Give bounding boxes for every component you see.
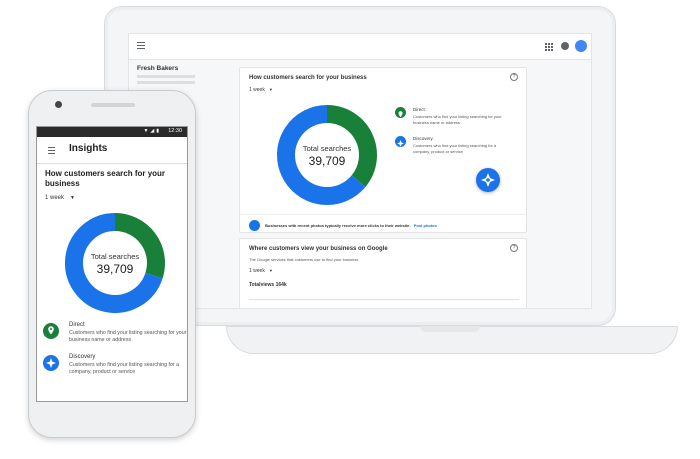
card-title: Where customers view your business on Go… (249, 246, 388, 252)
status-time: 12:30 (168, 128, 182, 134)
period-value: 1 week (45, 195, 65, 201)
total-label: Total searches (303, 144, 352, 153)
avatar[interactable] (575, 40, 587, 52)
tip-text: Businesses with recent photos typically … (265, 223, 437, 228)
menu-icon[interactable] (48, 147, 55, 156)
dropdown-arrow-icon: ▼ (70, 195, 75, 201)
laptop-screen: Fresh Bakers How customers search for yo… (128, 33, 592, 309)
tip-message: Businesses with recent photos typically … (265, 223, 411, 228)
photo-tip-bar: Businesses with recent photos typically … (240, 214, 526, 234)
page-title: Insights (69, 143, 108, 154)
section-heading: How customers search for your business (45, 169, 166, 188)
photo-tip-icon (249, 220, 260, 231)
total-label: Total searches (91, 252, 140, 261)
business-name: Fresh Bakers (137, 65, 179, 72)
total-views: Totalviews 164k (249, 282, 287, 288)
laptop-notch (420, 326, 480, 332)
legend-title: Discovery (69, 354, 96, 360)
period-value: 1 week (249, 268, 265, 274)
status-bar: ▼◢▮ 12:30 (37, 127, 187, 137)
donut-chart: Total searches 39,709 (277, 105, 377, 205)
phone-frame: ▼◢▮ 12:30 Insights How customers search … (28, 90, 196, 438)
camera-icon (55, 101, 62, 108)
dropdown-arrow-icon: ▼ (268, 268, 273, 273)
donut-chart: Total searches 39,709 (65, 213, 165, 313)
card-subtitle: The Google services that customers use t… (249, 257, 359, 262)
map-pin-icon (395, 107, 406, 118)
speaker-grille (91, 103, 135, 107)
period-select[interactable]: 1 week ▼ (45, 195, 75, 201)
placeholder-line (137, 81, 195, 84)
notifications-icon[interactable] (561, 42, 569, 50)
legend-title: Direct (413, 107, 425, 112)
views-card: Where customers view your business on Go… (239, 238, 527, 308)
compass-icon (395, 136, 406, 147)
phone-screen: ▼◢▮ 12:30 Insights How customers search … (36, 126, 188, 402)
compass-icon (43, 355, 59, 371)
card-title: How customers search for your business (249, 75, 367, 81)
legend-desc: Customers who find your listing searchin… (69, 330, 187, 343)
total-value: 39,709 (309, 154, 346, 168)
search-card: How customers search for your business ?… (239, 67, 527, 233)
legend-desc: Customers who find your listing searchin… (69, 362, 180, 375)
dropdown-arrow-icon: ▼ (268, 87, 273, 92)
menu-icon[interactable] (137, 42, 145, 50)
legend-desc: Customers who find your listing searchin… (413, 143, 497, 154)
legend-title: Discovery (413, 136, 433, 141)
placeholder-line (137, 75, 195, 78)
total-value: 39,709 (97, 262, 134, 276)
legend-desc: Customers who find your listing searchin… (413, 114, 502, 125)
legend-title: Direct (69, 322, 85, 328)
app-bar (129, 34, 591, 60)
divider (249, 299, 519, 300)
period-value: 1 week (249, 87, 265, 93)
apps-grid-icon[interactable] (545, 43, 553, 51)
phone-toolbar: Insights (37, 137, 187, 164)
help-icon[interactable]: ? (510, 244, 518, 252)
help-icon[interactable]: ? (510, 73, 518, 81)
status-icons: ▼◢▮ (143, 128, 161, 134)
map-pin-icon (43, 323, 59, 339)
compass-fab-button[interactable] (476, 168, 500, 192)
compass-icon (481, 173, 495, 187)
period-select[interactable]: 1 week ▼ (249, 87, 273, 93)
post-photos-link[interactable]: Post photos (414, 223, 437, 228)
period-select[interactable]: 1 week ▼ (249, 268, 273, 274)
